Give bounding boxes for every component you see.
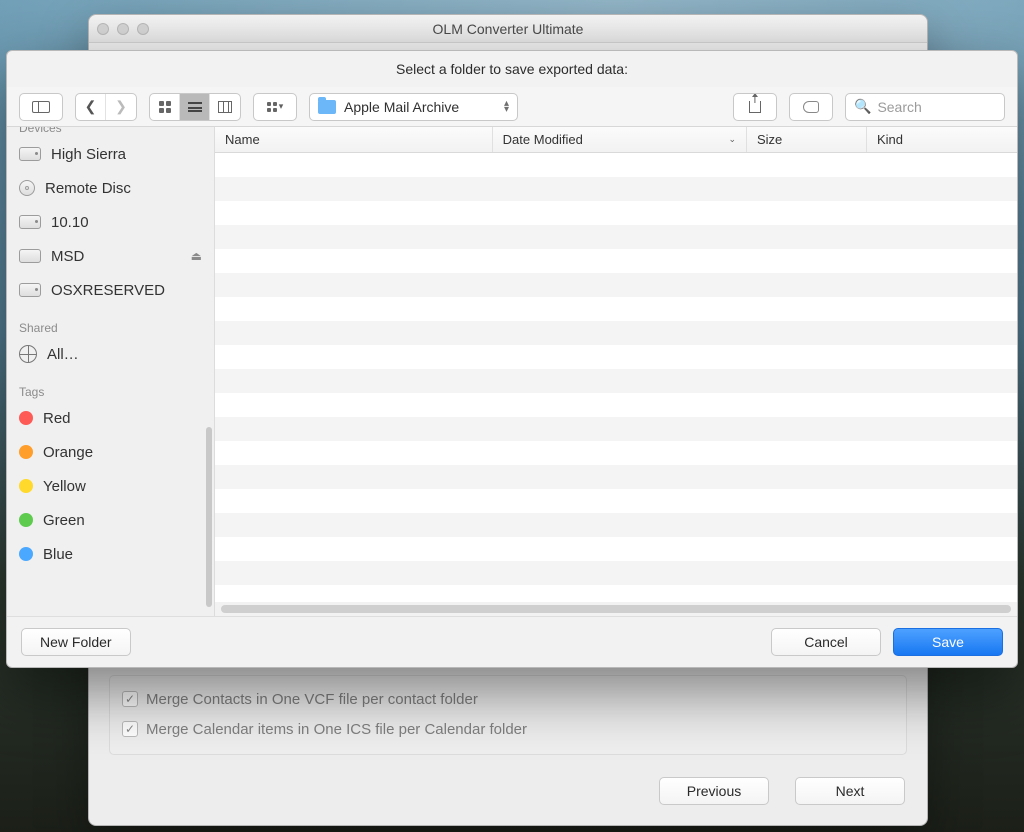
- sidebar-item-label: MSD: [51, 248, 84, 265]
- tag-color-icon: [19, 411, 33, 425]
- forward-button[interactable]: ❯: [106, 94, 136, 120]
- sidebar-item-shared[interactable]: All…: [7, 337, 214, 371]
- sidebar-icon: [32, 101, 50, 113]
- column-view-button[interactable]: [210, 94, 240, 120]
- sidebar-item-tag[interactable]: Green: [7, 503, 214, 537]
- sidebar-item-device[interactable]: OSXRESERVED: [7, 273, 214, 307]
- sidebar-item-label: Yellow: [43, 478, 86, 495]
- share-button[interactable]: [733, 93, 777, 121]
- tag-color-icon: [19, 479, 33, 493]
- column-size[interactable]: Size: [747, 127, 867, 152]
- disc-icon: [19, 180, 35, 196]
- merge-contacts-label: Merge Contacts in One VCF file per conta…: [146, 691, 478, 708]
- sidebar-section-tags: Tags: [7, 381, 214, 401]
- sidebar-section-devices: Devices: [7, 127, 214, 137]
- cancel-button[interactable]: Cancel: [771, 628, 881, 656]
- tag-color-icon: [19, 513, 33, 527]
- search-field[interactable]: 🔍 Search: [845, 93, 1005, 121]
- horizontal-scrollbar[interactable]: [215, 602, 1017, 616]
- titlebar[interactable]: OLM Converter Ultimate: [89, 15, 927, 43]
- column-date-modified[interactable]: Date Modified ⌄: [493, 127, 747, 152]
- search-icon: 🔍: [854, 98, 871, 115]
- tag-color-icon: [19, 445, 33, 459]
- sidebar-section-shared: Shared: [7, 317, 214, 337]
- file-list-rows[interactable]: [215, 153, 1017, 602]
- back-button[interactable]: ❮: [76, 94, 106, 120]
- previous-button[interactable]: Previous: [659, 777, 769, 805]
- save-panel: Select a folder to save exported data: ❮…: [6, 50, 1018, 668]
- hdd-icon: [19, 147, 41, 161]
- sidebar-item-tag[interactable]: Blue: [7, 537, 214, 571]
- view-mode-group: [149, 93, 241, 121]
- external-drive-icon: [19, 249, 41, 263]
- window-title: OLM Converter Ultimate: [89, 21, 927, 37]
- group-by-button[interactable]: ▾: [253, 93, 297, 121]
- icon-view-button[interactable]: [150, 94, 180, 120]
- column-kind[interactable]: Kind: [867, 127, 1017, 152]
- location-label: Apple Mail Archive: [344, 99, 459, 115]
- chevron-up-down-icon: ▴▾: [504, 101, 509, 113]
- sidebar-toggle[interactable]: [19, 93, 63, 121]
- sidebar-item-label: Red: [43, 410, 71, 427]
- eject-icon[interactable]: ⏏: [191, 249, 202, 263]
- list-view-button[interactable]: [180, 94, 210, 120]
- sidebar: Devices High Sierra Remote Disc 10.10 MS…: [7, 127, 215, 616]
- file-list-header: Name Date Modified ⌄ Size Kind: [215, 127, 1017, 153]
- sidebar-item-label: Remote Disc: [45, 180, 131, 197]
- hdd-icon: [19, 283, 41, 297]
- tags-button[interactable]: [789, 93, 833, 121]
- sidebar-item-device[interactable]: MSD ⏏: [7, 239, 214, 273]
- nav-back-forward: ❮ ❯: [75, 93, 137, 121]
- sidebar-item-label: OSXRESERVED: [51, 282, 165, 299]
- tag-color-icon: [19, 547, 33, 561]
- search-placeholder: Search: [877, 99, 921, 115]
- share-icon: [749, 101, 761, 113]
- sidebar-item-tag[interactable]: Orange: [7, 435, 214, 469]
- sidebar-item-label: 10.10: [51, 214, 89, 231]
- merge-calendar-checkbox[interactable]: ✓: [122, 721, 138, 737]
- sidebar-item-tag[interactable]: Yellow: [7, 469, 214, 503]
- network-icon: [19, 345, 37, 363]
- toolbar: ❮ ❯ ▾ Apple Mail Archive ▴▾ 🔍 Search: [7, 87, 1017, 127]
- sidebar-item-device[interactable]: High Sierra: [7, 137, 214, 171]
- location-popup[interactable]: Apple Mail Archive ▴▾: [309, 93, 518, 121]
- sidebar-item-label: Green: [43, 512, 85, 529]
- sort-indicator-icon: ⌄: [728, 134, 736, 145]
- sidebar-item-label: Orange: [43, 444, 93, 461]
- sidebar-item-device[interactable]: Remote Disc: [7, 171, 214, 205]
- next-button[interactable]: Next: [795, 777, 905, 805]
- new-folder-button[interactable]: New Folder: [21, 628, 131, 656]
- column-name[interactable]: Name: [215, 127, 493, 152]
- sidebar-item-tag[interactable]: Red: [7, 401, 214, 435]
- folder-icon: [318, 100, 336, 114]
- file-list: Name Date Modified ⌄ Size Kind: [215, 127, 1017, 616]
- sheet-footer: New Folder Cancel Save: [7, 617, 1017, 667]
- tag-icon: [803, 101, 819, 113]
- sheet-prompt: Select a folder to save exported data:: [7, 51, 1017, 87]
- sidebar-item-device[interactable]: 10.10: [7, 205, 214, 239]
- save-button[interactable]: Save: [893, 628, 1003, 656]
- sidebar-item-label: High Sierra: [51, 146, 126, 163]
- sidebar-item-label: Blue: [43, 546, 73, 563]
- export-options-panel: ✓ Merge Contacts in One VCF file per con…: [109, 675, 907, 755]
- sidebar-item-label: All…: [47, 346, 79, 363]
- merge-contacts-checkbox[interactable]: ✓: [122, 691, 138, 707]
- merge-calendar-label: Merge Calendar items in One ICS file per…: [146, 721, 527, 738]
- sidebar-scrollbar[interactable]: [206, 427, 212, 607]
- hdd-icon: [19, 215, 41, 229]
